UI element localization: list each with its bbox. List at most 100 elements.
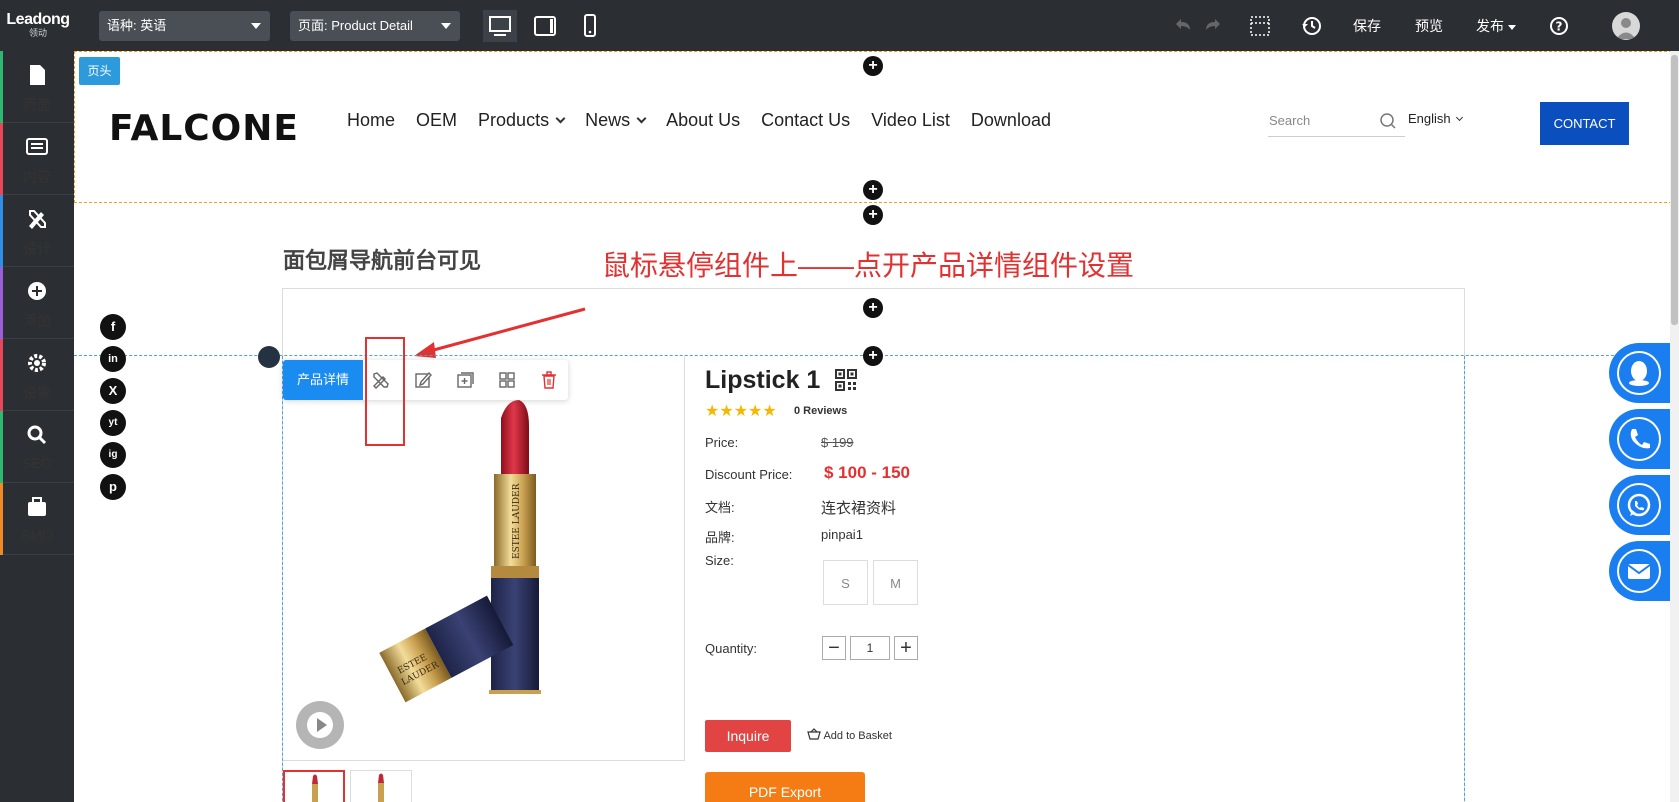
whatsapp-icon (1617, 483, 1661, 527)
pdf-export-button[interactable]: PDF Export (705, 772, 865, 802)
nav-video-list[interactable]: Video List (871, 110, 950, 131)
editor-topbar: Leadong 领动 语种: 英语 页面: Product Detail 保存 … (0, 0, 1679, 51)
instagram-icon[interactable]: ig (100, 442, 126, 468)
sidebar-item-settings[interactable]: 设置 (0, 339, 74, 411)
add-section-icon[interactable]: + (863, 205, 883, 225)
add-section-icon[interactable]: + (863, 298, 883, 318)
nav-home[interactable]: Home (347, 110, 395, 131)
sidebar-item-content[interactable]: 内容 (0, 123, 74, 195)
publish-button[interactable]: 发布 (1476, 16, 1516, 36)
tablet-icon (534, 16, 556, 36)
inquire-button[interactable]: Inquire (705, 720, 791, 752)
layout-grid-icon[interactable] (497, 370, 517, 390)
linkedin-icon[interactable]: in (100, 346, 126, 372)
search-icon[interactable] (1379, 112, 1397, 130)
discount-price-label: Discount Price: (705, 467, 793, 482)
pinterest-icon[interactable]: p (100, 474, 126, 500)
chevron-down-icon (441, 23, 451, 29)
brand-value: pinpai1 (821, 527, 863, 542)
chevron-down-icon (251, 23, 261, 29)
tablet-view-button[interactable] (528, 10, 562, 42)
thumbnail-image (378, 773, 384, 802)
user-avatar[interactable] (1612, 12, 1640, 40)
page-icon (30, 65, 45, 85)
quantity-label: Quantity: (705, 641, 758, 656)
redo-icon[interactable] (1201, 14, 1225, 38)
design-tools-icon (29, 210, 46, 229)
page-select[interactable]: 页面: Product Detail (290, 11, 460, 41)
nav-contact-us[interactable]: Contact Us (761, 110, 850, 131)
grid-layout-icon[interactable] (1248, 14, 1272, 38)
quantity-decrement-button[interactable]: − (822, 636, 846, 660)
sidebar-label: 内容 (23, 169, 51, 185)
header-section-tag[interactable]: 页头 (79, 57, 120, 85)
delete-icon[interactable] (539, 370, 559, 390)
reviews-count[interactable]: 0 Reviews (794, 405, 847, 417)
add-to-basket-button[interactable]: Add to Basket (807, 728, 892, 742)
component-type-tag[interactable]: 产品详情 (283, 360, 363, 400)
language-select-value: 语种: 英语 (107, 18, 167, 33)
sidebar-item-seo[interactable]: SEO (0, 411, 74, 483)
help-icon[interactable]: ? (1547, 14, 1571, 38)
edit-icon[interactable] (413, 370, 433, 390)
basket-icon (807, 728, 821, 740)
history-icon[interactable] (1300, 14, 1324, 38)
sidebar-item-pages[interactable]: 页面 (0, 51, 74, 123)
size-option-m[interactable]: M (873, 560, 918, 605)
contact-button[interactable]: CONTACT (1540, 102, 1629, 145)
main-nav: Home OEM Products News About Us Contact … (347, 110, 1072, 131)
undo-icon[interactable] (1171, 14, 1195, 38)
size-option-s[interactable]: S (823, 560, 868, 605)
phone-button[interactable] (1609, 409, 1679, 469)
nav-products[interactable]: Products (478, 110, 566, 131)
component-toolbar: 产品详情 (283, 360, 568, 400)
save-button[interactable]: 保存 (1353, 16, 1381, 36)
nav-about-us[interactable]: About Us (666, 110, 740, 131)
language-select[interactable]: 语种: 英语 (99, 11, 270, 41)
product-thumbnail[interactable] (350, 770, 412, 802)
youtube-icon[interactable]: yt (100, 410, 126, 436)
svg-text:?: ? (1556, 20, 1563, 34)
whatsapp-button[interactable] (1609, 475, 1679, 535)
nav-oem[interactable]: OEM (416, 110, 457, 131)
site-logo[interactable]: FALCONE (109, 108, 299, 149)
caret-down-icon (1507, 24, 1516, 30)
drag-handle[interactable] (258, 346, 280, 368)
nav-download[interactable]: Download (971, 110, 1051, 131)
x-twitter-icon[interactable]: X (100, 378, 126, 404)
sidebar-item-add[interactable]: 添加 (0, 267, 74, 339)
facebook-icon[interactable]: f (100, 314, 126, 340)
document-value[interactable]: 连衣裙资料 (821, 497, 896, 518)
user-icon (1616, 18, 1636, 39)
annotation-highlight-box (365, 337, 405, 446)
add-section-icon[interactable]: + (863, 346, 883, 366)
sidebar-item-smo[interactable]: SMO (0, 483, 74, 555)
quantity-increment-button[interactable]: + (894, 636, 918, 660)
mobile-view-button[interactable] (573, 10, 607, 42)
desktop-view-button[interactable] (483, 10, 517, 42)
document-label: 文档: (705, 500, 735, 515)
rating-stars: ★★★★★ (705, 403, 777, 420)
leadong-logo[interactable]: Leadong 领动 (6, 12, 70, 39)
email-button[interactable] (1609, 541, 1679, 601)
add-section-icon[interactable]: + (863, 180, 883, 200)
site-search-input[interactable]: Search (1268, 107, 1405, 137)
logo-text: Leadong (6, 11, 70, 28)
content-icon (26, 138, 48, 155)
product-thumbnail[interactable] (283, 770, 345, 802)
nav-news[interactable]: News (585, 110, 647, 131)
scrollbar-thumb[interactable] (1671, 55, 1678, 325)
price-label: Price: (705, 435, 739, 450)
preview-button[interactable]: 预览 (1415, 16, 1443, 36)
language-switcher[interactable]: English (1408, 111, 1463, 126)
quantity-input[interactable]: 1 (850, 636, 890, 660)
add-section-icon[interactable]: + (863, 56, 883, 76)
qq-chat-button[interactable] (1609, 343, 1679, 403)
qr-code-icon[interactable] (835, 369, 857, 391)
sidebar-label: SMO (21, 527, 53, 543)
canvas-scrollbar[interactable] (1670, 51, 1679, 802)
sidebar-label: SEO (22, 455, 52, 471)
sidebar-item-design[interactable]: 设计 (0, 195, 74, 267)
play-video-button[interactable] (296, 701, 344, 749)
copy-component-icon[interactable] (455, 370, 475, 390)
